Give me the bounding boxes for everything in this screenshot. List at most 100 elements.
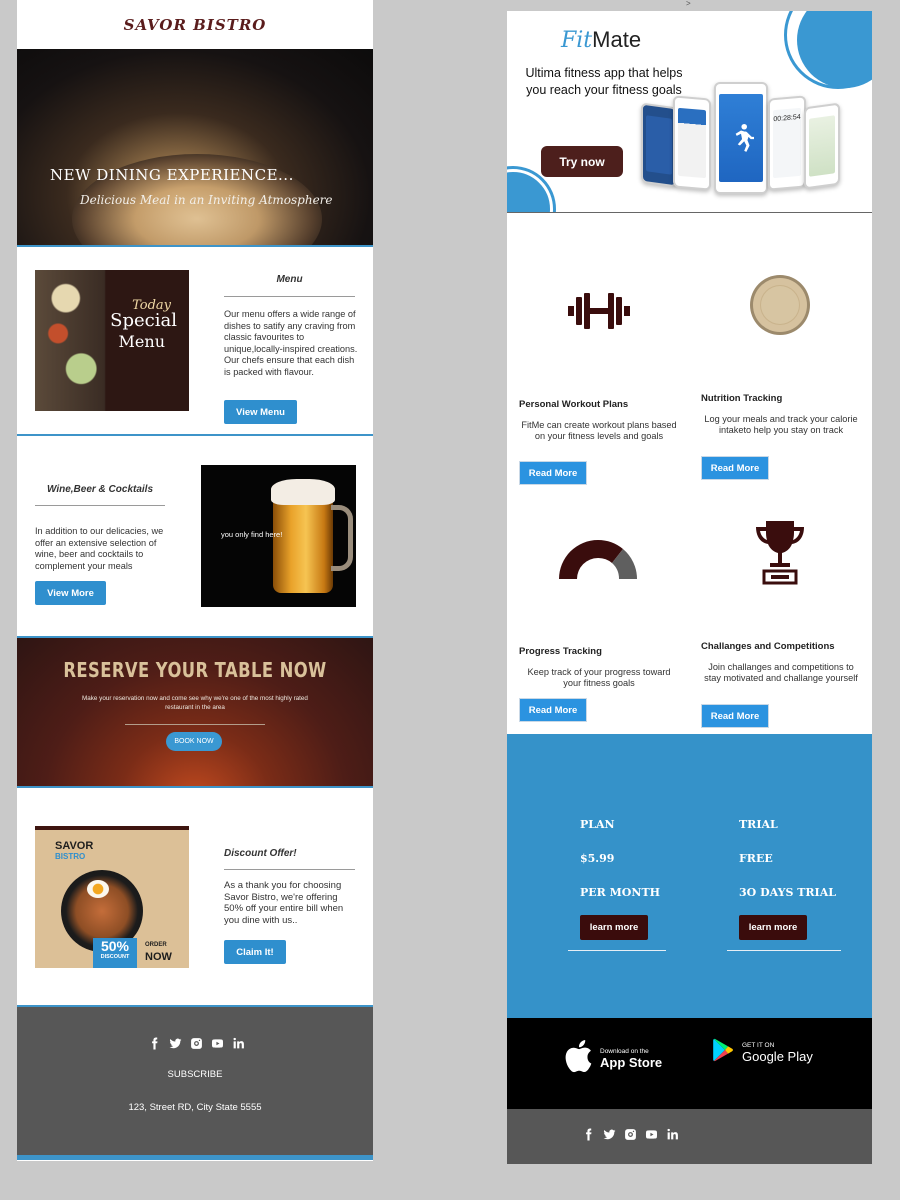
plan-period: 3O DAYS TRIAL: [739, 886, 836, 899]
phone-2-screen: [678, 107, 706, 179]
youtube-icon[interactable]: [645, 1128, 658, 1141]
bistro-logo[interactable]: SAVOR BISTRO: [124, 16, 267, 34]
poster-brand-bottom: BISTRO: [55, 852, 86, 861]
drinks-section: Wine,Beer & Cocktails In addition to our…: [17, 436, 373, 638]
poster-now-label: NOW: [145, 951, 172, 963]
top-marker: >: [686, 0, 691, 8]
plate-icon: [749, 274, 811, 341]
beer-foam: [271, 479, 335, 505]
plan-label: TRIAL: [739, 818, 778, 831]
learn-more-button[interactable]: learn more: [739, 915, 807, 940]
pricing-plans-section: PLAN $5.99 PER MONTH learn more TRIAL FR…: [507, 734, 872, 1018]
plan-label: PLAN: [580, 818, 615, 831]
menu-section: Today Special Menu Menu Our menu offers …: [17, 247, 373, 436]
claim-it-button[interactable]: Claim It!: [224, 940, 286, 964]
feature-title: Challanges and Competitions: [701, 641, 835, 652]
google-play-badge[interactable]: GET IT ON Google Play: [713, 1038, 813, 1067]
bistro-social-links: [148, 1037, 245, 1050]
feature-description: Join challanges and competitions to stay…: [704, 662, 858, 683]
google-play-icon: [713, 1038, 735, 1067]
phone-1-screen: [646, 115, 672, 175]
instagram-icon[interactable]: [624, 1128, 637, 1141]
feature-challenges: Challanges and Competitions Join challan…: [701, 511, 871, 741]
book-now-button[interactable]: BOOK NOW: [166, 732, 222, 751]
apple-icon: [563, 1038, 593, 1079]
fitmate-logo[interactable]: FitMate: [561, 27, 641, 53]
bistro-footer: SUBSCRIBE 123, Street RD, City State 555…: [17, 1007, 373, 1160]
fitmate-social-links: [582, 1128, 679, 1141]
view-more-button[interactable]: View More: [35, 581, 106, 605]
feature-description: FitMe can create workout plans based on …: [521, 420, 677, 441]
youtube-icon[interactable]: [211, 1037, 224, 1050]
special-menu-image-special: Special: [110, 310, 177, 331]
linkedin-icon[interactable]: [666, 1128, 679, 1141]
phone-5-screen: [809, 115, 835, 177]
beer-mug-image: you only find here!: [201, 465, 356, 607]
fitmate-tagline: Ultima fitness app that helps you reach …: [525, 66, 683, 97]
fitmate-email: FitMate Ultima fitness app that helps yo…: [507, 11, 872, 1164]
special-menu-image: Today Special Menu: [35, 270, 189, 411]
discount-section: SAVOR BISTRO 50% DISCOUNT ORDER NOW Disc…: [17, 788, 373, 1007]
learn-more-button[interactable]: learn more: [580, 915, 648, 940]
facebook-icon[interactable]: [582, 1128, 595, 1141]
phone-main-screen: [719, 94, 763, 182]
poster-order-label: ORDER: [145, 942, 167, 948]
plan-period: PER MONTH: [580, 886, 661, 899]
read-more-button[interactable]: Read More: [701, 456, 769, 480]
beer-mug-handle: [331, 505, 353, 571]
app-store-badge[interactable]: Download on the App Store: [563, 1038, 662, 1079]
feature-description: Log your meals and track your calorie in…: [704, 414, 858, 435]
menu-heading: Menu: [276, 274, 303, 285]
savor-bistro-email: SAVOR BISTRO NEW DINING EXPERIENCE... De…: [17, 0, 373, 1161]
special-menu-image-menu: Menu: [118, 332, 165, 351]
twitter-icon[interactable]: [169, 1037, 182, 1050]
app-store-big: App Store: [600, 1054, 663, 1070]
feature-title: Progress Tracking: [519, 646, 602, 657]
menu-divider: [224, 296, 355, 297]
read-more-button[interactable]: Read More: [519, 698, 587, 722]
phone-mockup-1: [641, 102, 677, 188]
poster-percent: 50%: [100, 938, 130, 954]
plan-divider: [568, 950, 666, 951]
drinks-description: In addition to our delicacies, we offer …: [35, 526, 164, 571]
hero-title: NEW DINING EXPERIENCE...: [50, 166, 294, 184]
phone-4-screen: 00:28:54: [773, 107, 801, 179]
hero-subtitle: Delicious Meal in an Inviting Atmosphere: [80, 193, 333, 207]
feature-nutrition-tracking: Nutrition Tracking Log your meals and tr…: [701, 251, 871, 501]
feature-description: Keep track of your progress toward your …: [527, 667, 671, 688]
reserve-title: RESERVE YOUR TABLE NOW: [63, 658, 327, 682]
subscribe-link[interactable]: SUBSCRIBE: [17, 1069, 373, 1080]
instagram-icon[interactable]: [190, 1037, 203, 1050]
bistro-hero-banner: NEW DINING EXPERIENCE... Delicious Meal …: [17, 49, 373, 247]
google-play-text: GET IT ON Google Play: [742, 1042, 813, 1064]
twitter-icon[interactable]: [603, 1128, 616, 1141]
decor-circle-inner: [797, 11, 872, 88]
view-menu-button[interactable]: View Menu: [224, 400, 297, 424]
poster-brand-top: SAVOR: [55, 840, 94, 852]
poster-discount-label: DISCOUNT: [100, 954, 130, 960]
facebook-icon[interactable]: [148, 1037, 161, 1050]
bistro-address: 123, Street RD, City State 5555: [128, 1102, 262, 1113]
read-more-button[interactable]: Read More: [519, 461, 587, 485]
reserve-banner: RESERVE YOUR TABLE NOW Make your reserva…: [17, 638, 373, 788]
decor-circle-top-right: [784, 11, 872, 89]
reserve-divider: [125, 724, 265, 725]
read-more-button[interactable]: Read More: [701, 704, 769, 728]
reserve-text: Make your reservation now and come see w…: [82, 695, 308, 711]
beer-image-caption: you only find here!: [221, 530, 283, 539]
plan-price: $5.99: [580, 852, 615, 865]
fitmate-logo-suffix: Mate: [592, 27, 642, 52]
discount-poster-image: SAVOR BISTRO 50% DISCOUNT ORDER NOW: [35, 826, 189, 968]
fitmate-footer: [507, 1109, 872, 1164]
fitmate-logo-prefix: Fit: [561, 28, 593, 53]
fitmate-hero: FitMate Ultima fitness app that helps yo…: [507, 11, 872, 213]
linkedin-icon[interactable]: [232, 1037, 245, 1050]
runner-icon: [735, 123, 754, 152]
app-download-section: Download on the App Store GET IT ON Goog…: [507, 1018, 872, 1109]
dumbbell-icon: [566, 291, 632, 336]
plan-divider: [727, 950, 841, 951]
try-now-button[interactable]: Try now: [541, 146, 623, 177]
phone-mockup-4: 00:28:54: [768, 95, 806, 191]
app-store-text: Download on the App Store: [600, 1048, 662, 1070]
feature-title: Personal Workout Plans: [519, 399, 629, 410]
